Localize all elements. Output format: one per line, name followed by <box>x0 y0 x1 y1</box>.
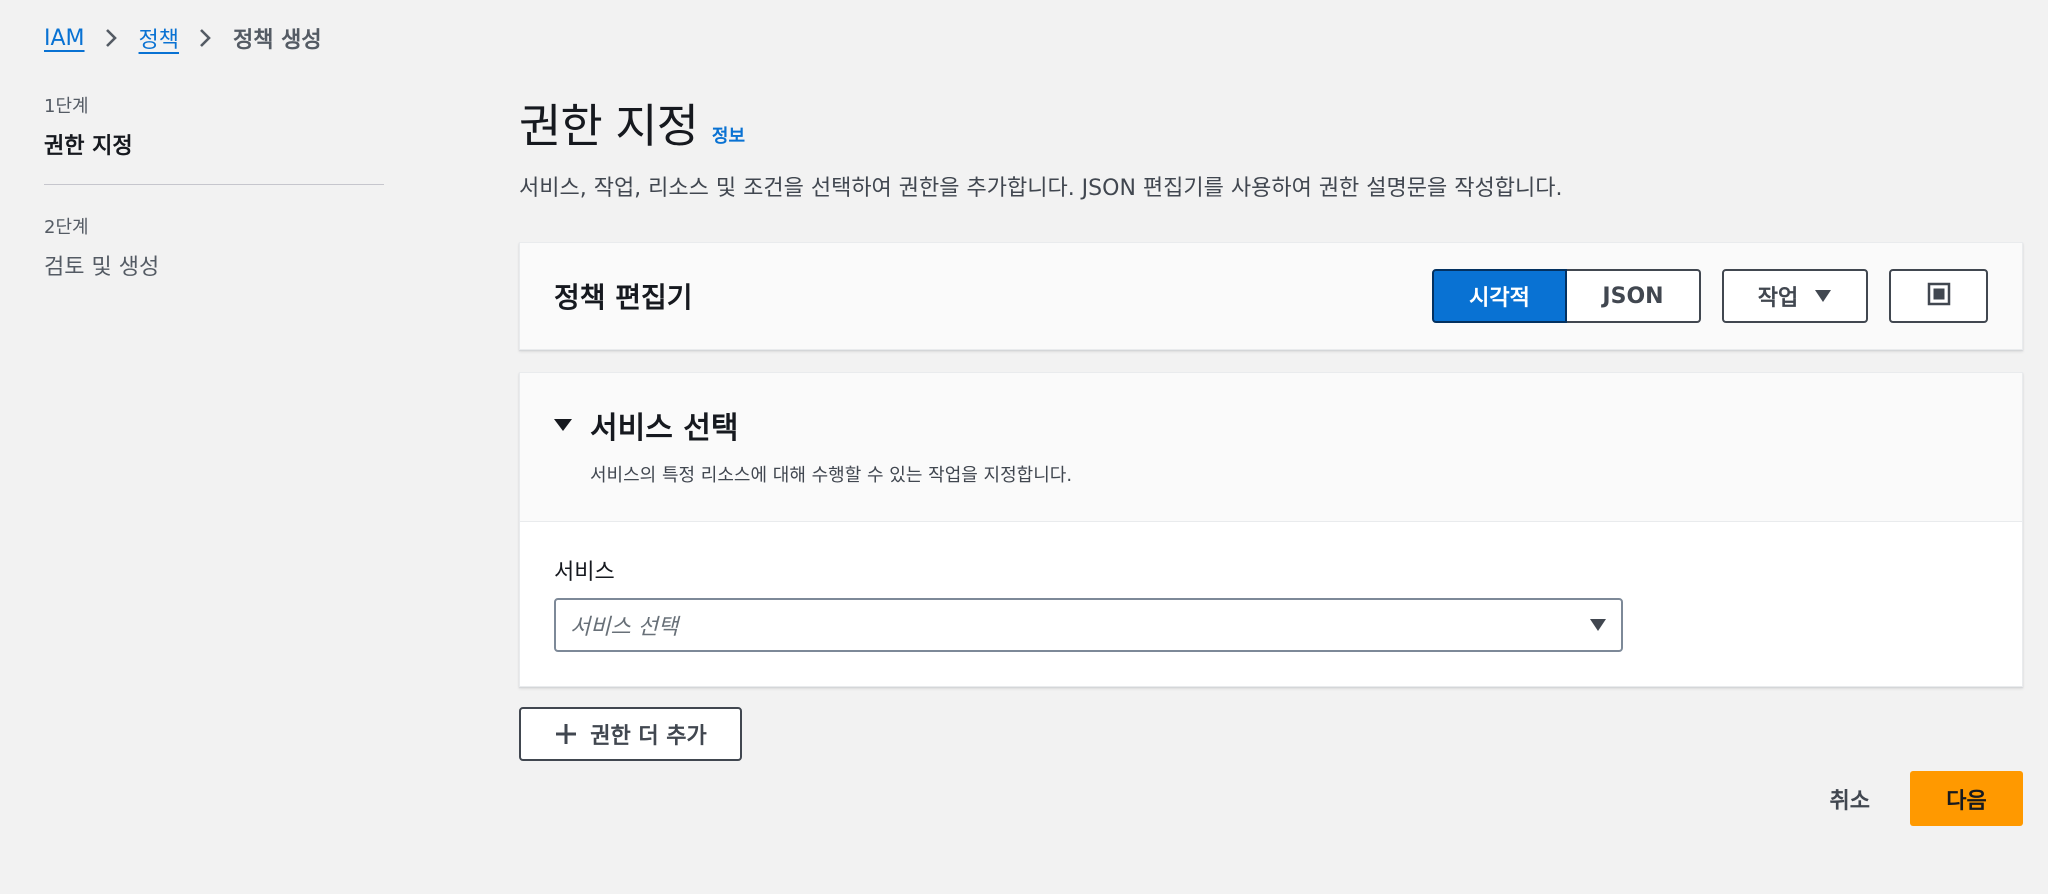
cancel-button[interactable]: 취소 <box>1830 783 1870 815</box>
step-2: 2단계 검토 및 생성 <box>44 213 384 281</box>
service-select-panel: 서비스 선택 서비스의 특정 리소스에 대해 수행할 수 있는 작업을 지정합니… <box>519 372 2023 687</box>
service-field-label: 서비스 <box>554 560 615 585</box>
page-title: 권한 지정 <box>519 99 699 153</box>
json-mode-button[interactable]: JSON <box>1567 269 1701 323</box>
policy-editor-panel: 정책 편집기 시각적 JSON 작업 <box>519 242 2023 350</box>
policy-editor-title: 정책 편집기 <box>554 281 693 314</box>
wizard-footer: 취소 다음 <box>1830 771 2023 826</box>
step-1[interactable]: 1단계 권한 지정 <box>44 92 384 160</box>
step-number: 2단계 <box>44 217 89 238</box>
add-more-permissions-label: 권한 더 추가 <box>590 724 707 749</box>
page-description: 서비스, 작업, 리소스 및 조건을 선택하여 권한을 추가합니다. JSON … <box>519 176 1563 201</box>
step-number: 1단계 <box>44 96 89 117</box>
chevron-right-icon <box>199 28 211 48</box>
actions-dropdown-button[interactable]: 작업 <box>1722 269 1868 323</box>
service-section-toggle[interactable]: 서비스 선택 <box>554 403 1988 447</box>
fullscreen-button[interactable] <box>1889 269 1988 323</box>
fullscreen-icon <box>1927 282 1951 310</box>
plus-icon <box>554 722 578 746</box>
caret-down-icon <box>554 418 572 432</box>
breadcrumb: IAM 정책 정책 생성 <box>44 22 322 54</box>
main-content: 권한 지정 정보 서비스, 작업, 리소스 및 조건을 선택하여 권한을 추가합… <box>519 90 2023 761</box>
service-section-body: 서비스 서비스 선택 <box>520 522 2022 686</box>
actions-label: 작업 <box>1757 286 1799 311</box>
service-section-description: 서비스의 특정 리소스에 대해 수행할 수 있는 작업을 지정합니다. <box>590 465 1073 486</box>
service-select[interactable]: 서비스 선택 <box>554 598 1623 652</box>
create-policy-page: IAM 정책 정책 생성 1단계 권한 지정 2단계 검토 및 생성 권한 지정… <box>0 0 2048 894</box>
breadcrumb-iam[interactable]: IAM <box>44 26 85 51</box>
wizard-steps: 1단계 권한 지정 2단계 검토 및 생성 <box>44 92 384 281</box>
service-select-placeholder: 서비스 선택 <box>570 615 679 640</box>
caret-down-icon <box>1814 289 1832 303</box>
add-more-permissions-button[interactable]: 권한 더 추가 <box>519 707 742 761</box>
service-section-title: 서비스 선택 <box>590 411 739 446</box>
visual-mode-button[interactable]: 시각적 <box>1432 269 1567 323</box>
caret-down-icon <box>1589 618 1607 632</box>
page-header: 권한 지정 정보 <box>519 90 2023 156</box>
step-title: 검토 및 생성 <box>44 255 160 280</box>
editor-mode-toggle: 시각적 JSON <box>1432 269 1701 323</box>
editor-toolbar: 시각적 JSON 작업 <box>1432 269 1988 323</box>
breadcrumb-policies[interactable]: 정책 <box>139 22 179 54</box>
next-button[interactable]: 다음 <box>1910 771 2023 826</box>
chevron-right-icon <box>105 28 117 48</box>
service-section-header: 서비스 선택 서비스의 특정 리소스에 대해 수행할 수 있는 작업을 지정합니… <box>520 373 2022 522</box>
step-title: 권한 지정 <box>44 134 133 159</box>
step-divider <box>44 184 384 185</box>
breadcrumb-current: 정책 생성 <box>233 28 322 53</box>
info-link[interactable]: 정보 <box>712 122 745 148</box>
